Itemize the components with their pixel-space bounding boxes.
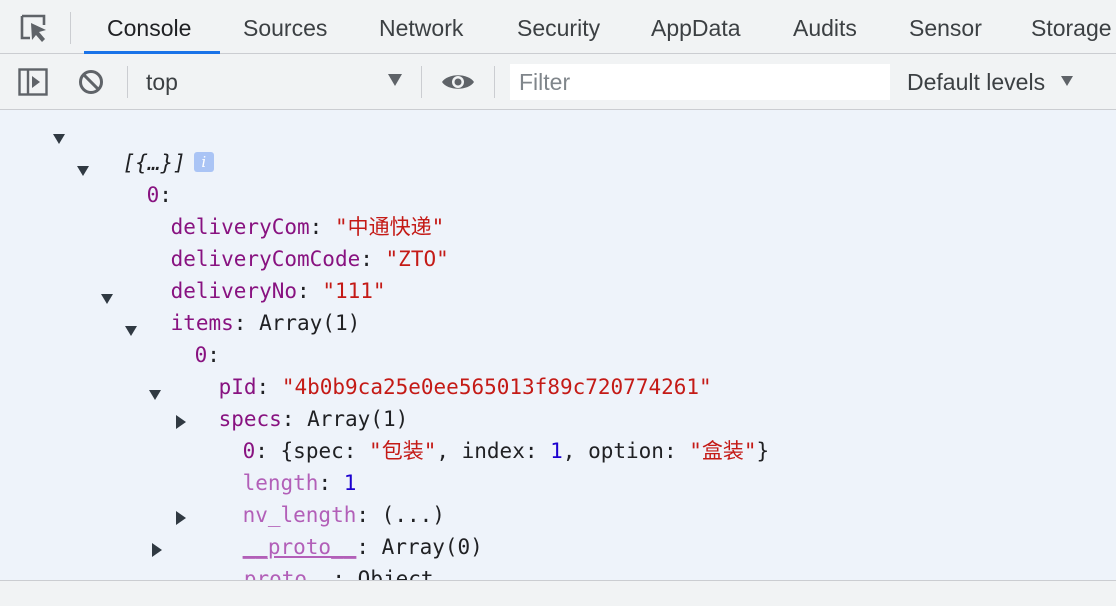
property-proto-array[interactable]: __proto__: Array(0) <box>192 499 483 559</box>
collapse-triangle-icon[interactable] <box>175 506 187 525</box>
toolbar-separator <box>127 66 128 98</box>
filter-input[interactable] <box>510 64 890 100</box>
property-deliveryCom[interactable]: deliveryCom: "中通快递" <box>120 179 445 239</box>
property-items-length[interactable]: length: 1 <box>144 563 308 580</box>
tab-audits[interactable]: Audits <box>793 0 857 54</box>
tab-security[interactable]: Security <box>517 0 600 54</box>
expand-triangle-icon[interactable] <box>101 285 113 304</box>
property-deliveryComCode[interactable]: deliveryComCode: "ZTO" <box>120 211 449 271</box>
eye-icon[interactable] <box>441 71 475 93</box>
chevron-down-icon[interactable] <box>1060 74 1074 86</box>
property-value: Array(1) <box>259 311 361 335</box>
tab-appdata[interactable]: AppData <box>651 0 741 54</box>
expand-triangle-icon[interactable] <box>125 317 137 336</box>
property-value: "ZTO" <box>385 247 449 271</box>
console-array-root[interactable]: [{…}] i <box>72 115 214 175</box>
expand-triangle-icon[interactable] <box>53 125 65 144</box>
clear-console-icon[interactable] <box>78 69 104 95</box>
default-levels-label: Default levels <box>907 69 1046 95</box>
tab-storage[interactable]: Storage <box>1031 0 1112 54</box>
property-deliveryNo[interactable]: deliveryNo: "111" <box>120 243 386 303</box>
tree-item-items-0[interactable]: 0: <box>144 307 220 367</box>
tree-item-specs-0[interactable]: 0: {spec: "包装", index: 1, option: "盒装"} <box>192 403 770 463</box>
tab-console[interactable]: Console <box>107 0 191 54</box>
console-prompt-bar[interactable] <box>0 580 1116 606</box>
spec-value: "包装" <box>369 439 437 463</box>
toolbar-separator <box>421 66 422 98</box>
property-specs[interactable]: specs: Array(1) <box>168 371 409 431</box>
expand-triangle-icon[interactable] <box>149 381 161 400</box>
tab-sensor[interactable]: Sensor <box>909 0 982 54</box>
default-levels-dropdown[interactable]: Default levels <box>907 67 1045 97</box>
property-value: Object <box>357 567 434 580</box>
expand-triangle-icon[interactable] <box>77 157 89 176</box>
tree-item-0[interactable]: 0: <box>96 147 172 207</box>
tab-separator <box>70 12 71 44</box>
option-value: "盒装" <box>689 439 757 463</box>
context-select-value: top <box>146 69 178 95</box>
tab-network[interactable]: Network <box>379 0 463 54</box>
chevron-down-icon[interactable] <box>387 73 403 87</box>
property-length[interactable]: length: 1 <box>192 435 357 495</box>
property-pId[interactable]: pId: "4b0b9ca25e0ee565013f89c720774261" <box>168 339 712 399</box>
property-proto-object[interactable]: __proto__: Object <box>168 531 434 580</box>
tab-sources[interactable]: Sources <box>243 0 327 54</box>
console-output: [{…}] i 0: deliveryCom: "中通快递" deliveryCo… <box>0 110 1116 580</box>
devtools-tab-bar: Console Sources Network Security AppData… <box>0 0 1116 54</box>
inspect-element-icon[interactable] <box>18 12 52 46</box>
show-sidebar-icon[interactable] <box>18 68 48 96</box>
collapse-triangle-icon[interactable] <box>151 538 163 557</box>
toolbar-separator <box>494 66 495 98</box>
index-value: 1 <box>550 439 563 463</box>
context-select[interactable]: top <box>146 67 406 97</box>
console-toolbar: top Default levels <box>0 54 1116 110</box>
info-icon[interactable]: i <box>193 152 214 172</box>
property-nv-length[interactable]: nv_length: (...) <box>192 467 445 527</box>
property-items[interactable]: items: Array(1) <box>120 275 361 335</box>
collapse-triangle-icon[interactable] <box>175 410 187 429</box>
